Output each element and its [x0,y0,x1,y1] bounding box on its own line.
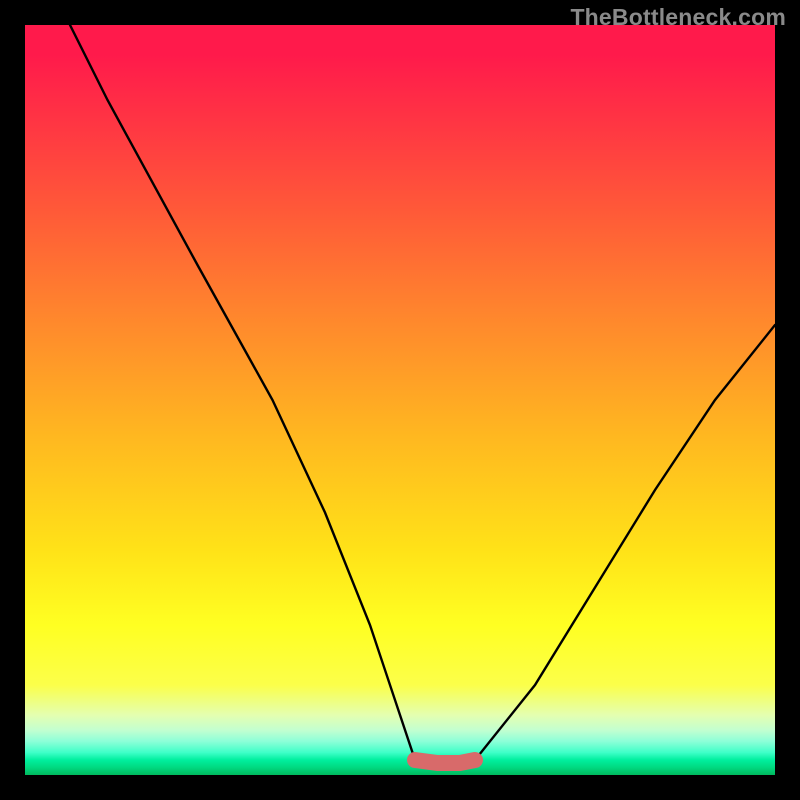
chart-frame: TheBottleneck.com [0,0,800,800]
curve-right [475,325,775,760]
plot-area [25,25,775,775]
curve-left [70,25,415,760]
curve-accent [415,760,475,763]
watermark-text: TheBottleneck.com [570,4,786,31]
bottleneck-curve [25,25,775,775]
